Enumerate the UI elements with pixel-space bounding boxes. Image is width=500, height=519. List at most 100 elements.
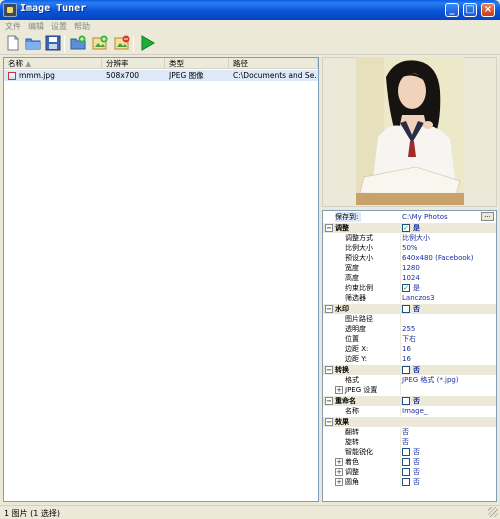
- watermark-checkbox[interactable]: [402, 305, 410, 313]
- column-divider: [400, 273, 401, 283]
- collapse-icon[interactable]: −: [325, 397, 333, 405]
- sharpen-checkbox[interactable]: [402, 448, 410, 456]
- width-value[interactable]: 1280: [402, 263, 420, 273]
- rename-enabled-value: 否: [413, 397, 420, 405]
- prop-margin-x[interactable]: 边距 X: 16: [323, 344, 496, 354]
- column-header-name[interactable]: 名称 ▲: [4, 58, 102, 69]
- category-adjust[interactable]: − 调整 ✓ 是: [323, 223, 496, 233]
- prop-jpeg-settings[interactable]: + JPEG 设置: [323, 385, 496, 395]
- rounded-corners-checkbox[interactable]: [402, 478, 410, 486]
- prop-opacity[interactable]: 透明度 255: [323, 324, 496, 334]
- height-label: 高度: [345, 274, 359, 282]
- menu-settings[interactable]: 设置: [51, 21, 67, 32]
- column-header-path[interactable]: 路径: [229, 58, 318, 69]
- scale-value[interactable]: 50%: [402, 243, 418, 253]
- resize-mode-value[interactable]: 比例大小: [402, 233, 430, 243]
- prop-effect-adjust[interactable]: + 调整 否: [323, 467, 496, 477]
- menu-file[interactable]: 文件: [5, 21, 21, 32]
- column-divider: [400, 324, 401, 334]
- category-watermark[interactable]: − 水印 否: [323, 304, 496, 314]
- column-header-resolution[interactable]: 分辨率: [102, 58, 165, 69]
- prop-format[interactable]: 格式 JPEG 格式 (*.jpg): [323, 375, 496, 385]
- menu-help[interactable]: 帮助: [74, 21, 90, 32]
- open-folder-icon[interactable]: [25, 35, 41, 51]
- rotate-value[interactable]: 否: [402, 437, 409, 447]
- collapse-icon[interactable]: −: [325, 418, 333, 426]
- toolbar-separator: [133, 36, 134, 52]
- position-value[interactable]: 下右: [402, 334, 416, 344]
- prop-margin-y[interactable]: 边距 Y: 16: [323, 354, 496, 364]
- minimize-button[interactable]: _: [445, 3, 459, 17]
- format-value[interactable]: JPEG 格式 (*.jpg): [402, 375, 459, 385]
- column-divider: [400, 477, 401, 487]
- sort-arrow-icon: ▲: [25, 59, 32, 68]
- title-bar[interactable]: Image Tuner _ □ ×: [0, 0, 500, 20]
- constrain-checkbox[interactable]: ✓: [402, 284, 410, 292]
- column-divider: [400, 334, 401, 344]
- file-list[interactable]: 名称 ▲ 分辨率 类型 路径 mmm.jpg 508x700 JPEG 图像 C…: [3, 57, 319, 502]
- prop-preset-size[interactable]: 预设大小 640x480 (Facebook): [323, 253, 496, 263]
- prop-scale[interactable]: 比例大小 50%: [323, 243, 496, 253]
- prop-image-path[interactable]: 图片路径: [323, 314, 496, 324]
- rename-name-value[interactable]: Image_: [402, 406, 427, 416]
- expand-icon[interactable]: +: [335, 478, 343, 486]
- prop-rename-name[interactable]: 名称 Image_: [323, 406, 496, 416]
- column-divider: [400, 253, 401, 263]
- remove-image-icon[interactable]: [114, 35, 130, 51]
- prop-colorize[interactable]: + 着色 否: [323, 457, 496, 467]
- filter-value[interactable]: Lanczos3: [402, 293, 435, 303]
- effect-adjust-checkbox[interactable]: [402, 468, 410, 476]
- prop-rotate[interactable]: 旋转 否: [323, 437, 496, 447]
- resize-grip-icon[interactable]: [488, 507, 498, 517]
- save-icon[interactable]: [45, 35, 61, 51]
- prop-width[interactable]: 宽度 1280: [323, 263, 496, 273]
- column-divider: [400, 385, 401, 395]
- preset-size-value[interactable]: 640x480 (Facebook): [402, 253, 473, 263]
- browse-button[interactable]: ...: [481, 212, 494, 221]
- column-header-type[interactable]: 类型: [165, 58, 229, 69]
- collapse-icon[interactable]: −: [325, 224, 333, 232]
- expand-icon[interactable]: +: [335, 468, 343, 476]
- close-button[interactable]: ×: [481, 3, 495, 17]
- prop-filter[interactable]: 筛选器 Lanczos3: [323, 293, 496, 303]
- toolbar-separator: [64, 36, 65, 52]
- expand-icon[interactable]: +: [335, 458, 343, 466]
- colorize-checkbox[interactable]: [402, 458, 410, 466]
- prop-sharpen[interactable]: 智能锐化 否: [323, 447, 496, 457]
- height-value[interactable]: 1024: [402, 273, 420, 283]
- prop-resize-mode[interactable]: 调整方式 比例大小: [323, 233, 496, 243]
- margin-y-label: 边距 Y:: [345, 355, 367, 363]
- column-divider: [400, 243, 401, 253]
- table-row[interactable]: mmm.jpg 508x700 JPEG 图像 C:\Documents and…: [4, 70, 318, 81]
- menu-edit[interactable]: 编辑: [28, 21, 44, 32]
- margin-y-value[interactable]: 16: [402, 354, 411, 364]
- collapse-icon[interactable]: −: [325, 366, 333, 374]
- add-image-icon[interactable]: [92, 35, 108, 51]
- prop-position[interactable]: 位置 下右: [323, 334, 496, 344]
- resize-mode-label: 调整方式: [345, 234, 373, 242]
- file-type: JPEG 图像: [169, 71, 204, 80]
- collapse-icon[interactable]: −: [325, 305, 333, 313]
- new-icon[interactable]: [5, 35, 21, 51]
- rename-checkbox[interactable]: [402, 397, 410, 405]
- category-effects[interactable]: − 效果: [323, 417, 496, 427]
- property-grid[interactable]: 保存到: C:\My Photos ... − 调整 ✓ 是 调整方式 比例大小…: [322, 210, 497, 502]
- adjust-checkbox[interactable]: ✓: [402, 224, 410, 232]
- prop-height[interactable]: 高度 1024: [323, 273, 496, 283]
- prop-rounded-corners[interactable]: + 圆角 否: [323, 477, 496, 487]
- status-bar: 1 图片 (1 选择): [0, 505, 500, 519]
- maximize-button[interactable]: □: [463, 3, 477, 17]
- run-icon[interactable]: [139, 35, 155, 51]
- category-rename[interactable]: − 重命名 否: [323, 396, 496, 406]
- opacity-value[interactable]: 255: [402, 324, 415, 334]
- prop-flip[interactable]: 翻转 否: [323, 427, 496, 437]
- convert-checkbox[interactable]: [402, 366, 410, 374]
- save-to-value[interactable]: C:\My Photos: [402, 212, 448, 222]
- margin-x-value[interactable]: 16: [402, 344, 411, 354]
- prop-save-to[interactable]: 保存到: C:\My Photos ...: [323, 212, 496, 222]
- category-convert[interactable]: − 转换 否: [323, 365, 496, 375]
- add-folder-icon[interactable]: [70, 35, 86, 51]
- flip-value[interactable]: 否: [402, 427, 409, 437]
- expand-icon[interactable]: +: [335, 386, 343, 394]
- prop-constrain[interactable]: 约束比例 ✓ 是: [323, 283, 496, 293]
